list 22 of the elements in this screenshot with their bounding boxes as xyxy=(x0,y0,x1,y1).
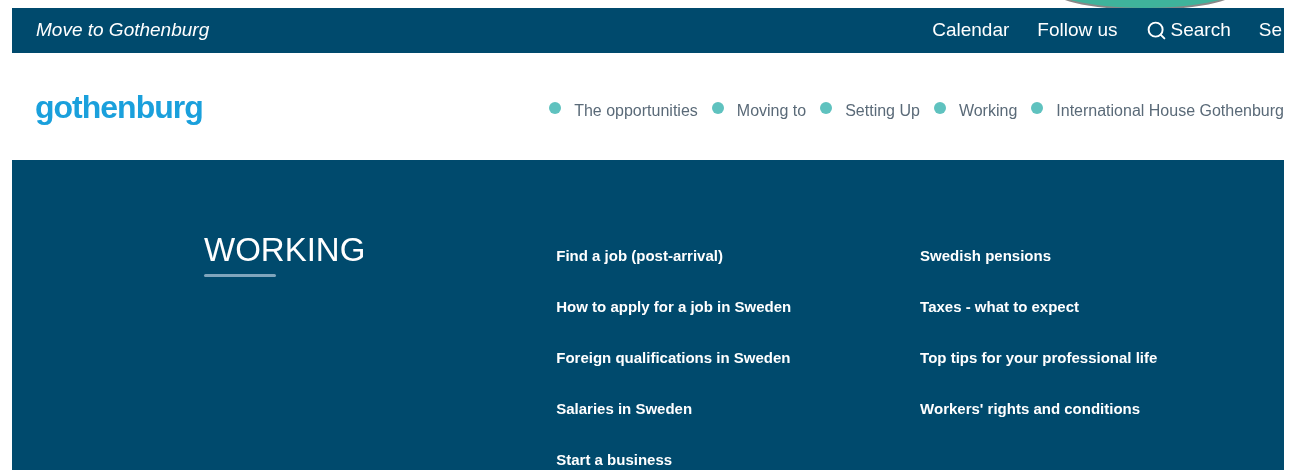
menu-link[interactable]: Start a business xyxy=(556,450,921,470)
nav-item[interactable]: The opportunities xyxy=(549,99,698,123)
nav-item[interactable]: Working xyxy=(933,99,1018,123)
nav-item[interactable]: Setting Up xyxy=(820,99,920,123)
menu-link[interactable]: Salaries in Sweden xyxy=(556,399,921,419)
nav-item[interactable]: Moving to xyxy=(711,99,807,123)
nav-item[interactable]: International House Gothenburg xyxy=(1031,99,1284,123)
menu-link[interactable]: Workers' rights and conditions xyxy=(920,399,1284,419)
top-link[interactable]: Calendar xyxy=(932,16,1010,45)
menu-link[interactable]: Find a job (post-arrival) xyxy=(556,246,921,266)
site-title: Move to Gothenburg xyxy=(36,18,210,43)
menu-link[interactable]: How to apply for a job in Sweden xyxy=(556,297,921,317)
top-link[interactable]: Follow us xyxy=(1037,16,1118,45)
menu-link[interactable]: Swedish pensions xyxy=(920,246,1284,266)
title-underline xyxy=(204,274,276,277)
top-link[interactable]: Se xyxy=(1258,16,1282,45)
search-link[interactable]: Search xyxy=(1145,16,1231,45)
menu-link[interactable]: Foreign qualifications in Sweden xyxy=(556,348,921,368)
section-title: WORKING xyxy=(204,230,367,270)
menu-link[interactable]: Taxes - what to expect xyxy=(920,297,1284,317)
search-icon xyxy=(1145,20,1167,41)
menu-link[interactable]: Top tips for your professional life xyxy=(920,348,1284,368)
